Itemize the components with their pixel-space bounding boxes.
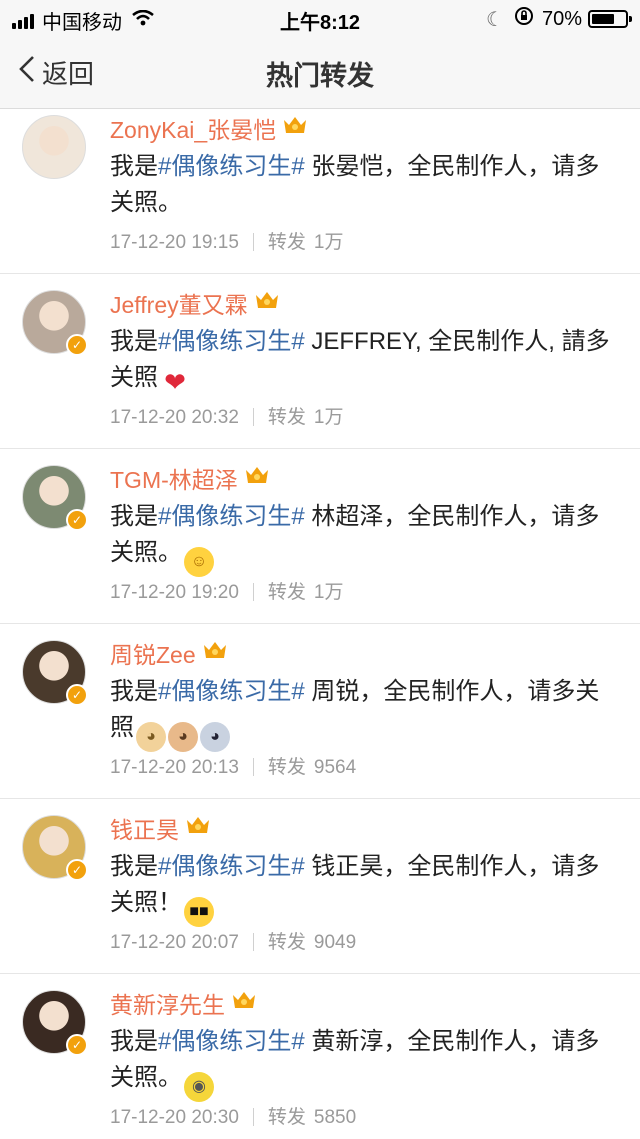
user-name: ZonyKai_张晏恺 <box>110 117 277 143</box>
repost-count: 5850 <box>313 1107 357 1128</box>
post-text: 我是#偶像练习生# 周锐，全民制作人，请多关照 ◕ ◕ ◕ <box>110 674 620 752</box>
vip-crown-icon <box>185 814 211 842</box>
post-prefix: 我是 <box>110 328 158 355</box>
user-name-link[interactable]: TGM-林超泽 <box>110 461 270 495</box>
list-item[interactable]: ✓ 钱正昊 我是#偶像练习生# 钱正昊，全民制作人，请多关照！ ■■ 17-12-20 … <box>0 799 640 974</box>
repost-count: 1万 <box>313 407 344 428</box>
vip-crown-icon <box>282 114 308 142</box>
vip-crown-icon <box>231 989 257 1017</box>
sunglasses-emoji: ■■ <box>184 897 214 927</box>
repost-label: 转发 <box>267 232 306 253</box>
repost-count: 9564 <box>313 757 357 778</box>
timestamp: 17-12-20 19:20 <box>110 582 239 603</box>
post-prefix: 我是 <box>110 153 158 180</box>
divider <box>252 583 254 601</box>
repost-count: 1万 <box>313 232 344 253</box>
verified-badge-icon: ✓ <box>66 859 88 881</box>
doge-emoji: ◕ <box>136 722 166 752</box>
hashtag-link[interactable]: #偶像练习生# <box>158 853 305 880</box>
verified-badge-icon: ✓ <box>66 1034 88 1056</box>
repost-label: 转发 <box>267 407 306 428</box>
timestamp: 17-12-20 20:32 <box>110 407 239 428</box>
list-item[interactable]: ✓ 周锐Zee 我是#偶像练习生# 周锐，全民制作人，请多关照 ◕ ◕ ◕ 17-12-20… <box>0 624 640 799</box>
user-name-link[interactable]: 钱正昊 <box>110 811 211 845</box>
moon-icon: ☾ <box>486 8 504 31</box>
timestamp: 17-12-20 20:30 <box>110 1107 239 1128</box>
battery-percent: 70% <box>541 7 582 30</box>
repost-count: 1万 <box>313 582 344 603</box>
vip-crown-icon <box>254 289 280 317</box>
vip-crown-icon <box>244 464 270 492</box>
post-prefix: 我是 <box>110 678 158 705</box>
divider <box>252 233 254 251</box>
vip-crown-icon <box>202 639 228 667</box>
post-meta: 17-12-20 20:13 转发 9564 <box>110 752 356 779</box>
post-meta: 17-12-20 19:15 转发 1万 <box>110 227 343 254</box>
verified-badge-icon: ✓ <box>66 334 88 356</box>
post-meta: 17-12-20 20:30 转发 5850 <box>110 1102 356 1129</box>
list-item[interactable]: ZonyKai_张晏恺我是#偶像练习生# 张晏恺，全民制作人，请多关照。 17-1… <box>0 109 640 274</box>
list-item[interactable]: ✓ 黄新淳先生 我是#偶像练习生# 黄新淳，全民制作人，请多关照。 ◉ 17-12-20… <box>0 974 640 1139</box>
verified-badge-icon: ✓ <box>66 509 88 531</box>
user-name: 钱正昊 <box>110 817 179 843</box>
post-meta: 17-12-20 19:20 转发 1万 <box>110 577 343 604</box>
husky-emoji: ◕ <box>200 722 230 752</box>
user-name-link[interactable]: Jeffrey董又霖 <box>110 286 280 320</box>
post-text: 我是#偶像练习生# 张晏恺，全民制作人，请多关照。 <box>110 149 620 221</box>
post-text: 我是#偶像练习生# 钱正昊，全民制作人，请多关照！ ■■ <box>110 849 620 927</box>
user-name: 黄新淳先生 <box>110 992 225 1018</box>
post-text: 我是#偶像练习生# JEFFREY, 全民制作人, 請多关照 ❤ <box>110 324 620 397</box>
post-prefix: 我是 <box>110 1028 158 1055</box>
orientation-lock-icon <box>514 6 534 32</box>
user-name-link[interactable]: ZonyKai_张晏恺 <box>110 111 308 145</box>
repost-label: 转发 <box>267 582 306 603</box>
hashtag-link[interactable]: #偶像练习生# <box>158 153 305 180</box>
minion-emoji: ◉ <box>184 1072 214 1102</box>
battery-icon <box>588 10 632 28</box>
repost-label: 转发 <box>267 1107 306 1128</box>
post-text: 我是#偶像练习生# 黄新淳，全民制作人，请多关照。 ◉ <box>110 1024 620 1102</box>
hashtag-link[interactable]: #偶像练习生# <box>158 328 305 355</box>
verified-badge-icon: ✓ <box>66 684 88 706</box>
list-item[interactable]: ✓ Jeffrey董又霖我是#偶像练习生# JEFFREY, 全民制作人, 請多关… <box>0 274 640 449</box>
divider <box>252 1108 254 1126</box>
hashtag-link[interactable]: #偶像练习生# <box>158 1028 305 1055</box>
user-name: TGM-林超泽 <box>110 467 238 493</box>
repost-label: 转发 <box>267 932 306 953</box>
user-name: 周锐Zee <box>110 642 196 668</box>
list-item[interactable]: ✓ TGM-林超泽 我是#偶像练习生# 林超泽，全民制作人，请多关照。 ☺ 17-12-… <box>0 449 640 624</box>
timestamp: 17-12-20 20:13 <box>110 757 239 778</box>
user-name: Jeffrey董又霖 <box>110 292 248 318</box>
user-name-link[interactable]: 黄新淳先生 <box>110 986 257 1020</box>
heart-emoji: ❤ <box>164 367 186 397</box>
repost-label: 转发 <box>267 757 306 778</box>
page-title: 热门转发 <box>266 61 374 91</box>
post-text: 我是#偶像练习生# 林超泽，全民制作人，请多关照。 ☺ <box>110 499 620 577</box>
timestamp: 17-12-20 19:15 <box>110 232 239 253</box>
nav-bar: 返回 热门转发 <box>0 36 640 109</box>
hashtag-link[interactable]: #偶像练习生# <box>158 678 305 705</box>
post-meta: 17-12-20 20:07 转发 9049 <box>110 927 356 954</box>
divider <box>252 758 254 776</box>
timestamp: 17-12-20 20:07 <box>110 932 239 953</box>
post-meta: 17-12-20 20:32 转发 1万 <box>110 402 343 429</box>
repost-count: 9049 <box>313 932 357 953</box>
sun-emoji: ☺ <box>184 547 214 577</box>
status-bar: 中国移动 上午8:12 ☾ 70% <box>0 0 640 36</box>
avatar[interactable] <box>22 115 86 179</box>
hashtag-link[interactable]: #偶像练习生# <box>158 503 305 530</box>
cat-emoji: ◕ <box>168 722 198 752</box>
user-name-link[interactable]: 周锐Zee <box>110 636 228 670</box>
divider <box>252 408 254 426</box>
divider <box>252 933 254 951</box>
post-prefix: 我是 <box>110 503 158 530</box>
post-prefix: 我是 <box>110 853 158 880</box>
repost-list[interactable]: ZonyKai_张晏恺我是#偶像练习生# 张晏恺，全民制作人，请多关照。 17-1… <box>0 109 640 1139</box>
